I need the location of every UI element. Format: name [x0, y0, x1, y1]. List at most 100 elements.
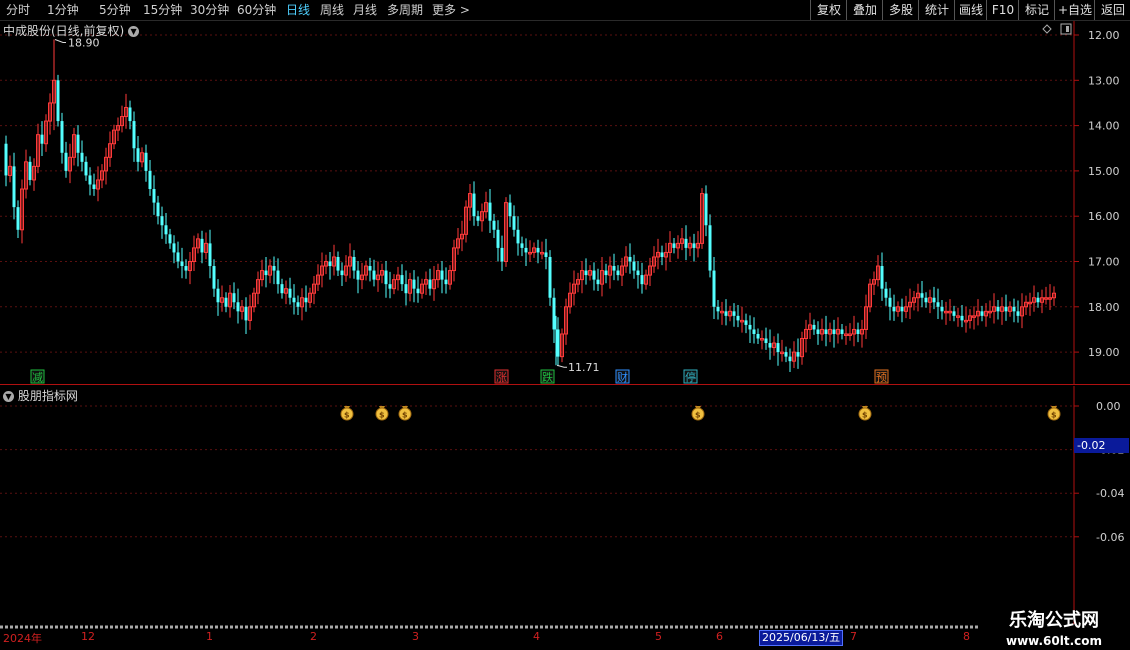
candle-body: [76, 134, 80, 153]
candle-body: [236, 302, 240, 312]
tick-label: -0.04: [1096, 487, 1124, 500]
candle-body: [80, 152, 84, 162]
candle-body: [612, 266, 616, 271]
more-label: 更多: [432, 3, 457, 17]
candle-body: [516, 229, 520, 244]
indicator-title-bar: ▼ 股朋指标网: [3, 387, 78, 404]
draw-line-button[interactable]: 画线: [954, 0, 987, 20]
tab-period-multi[interactable]: 多周期: [387, 2, 423, 18]
candle-body: [184, 266, 188, 271]
candle-body: [816, 329, 820, 334]
candle-body: [716, 306, 720, 312]
date-cursor-label: 2025/06/13/五: [759, 630, 844, 646]
period-toolbar: 分时 1分钟 5分钟 15分钟 30分钟 60分钟 日线 周线 月线 多周期 更…: [0, 0, 1130, 21]
event-marker-label: 减: [32, 371, 43, 384]
statistics-button[interactable]: 统计: [918, 0, 955, 20]
candlestick-chart[interactable]: 19.00 18.00 17.00 16.00 15.00 14.00 13.00 12.00…: [0, 21, 1130, 385]
high-marker-line: [54, 39, 66, 44]
event-marker-label: 财: [617, 370, 628, 384]
tab-period-5min[interactable]: 5分钟: [99, 2, 131, 18]
restore-rights-button[interactable]: 复权: [810, 0, 847, 20]
overlay-button[interactable]: 叠加: [846, 0, 883, 20]
money-bag-icon: $: [340, 406, 354, 421]
date-label: 2024年: [3, 632, 42, 645]
signal-markers: $ $ $ $ $ $: [340, 406, 1061, 421]
candle-body: [388, 284, 392, 289]
chevron-down-icon[interactable]: ▼: [128, 26, 140, 37]
f10-button[interactable]: F10: [986, 0, 1019, 20]
candle-body: [708, 225, 712, 271]
candle-body: [616, 270, 620, 276]
diamond-icon[interactable]: [1042, 24, 1052, 34]
candle-body: [520, 243, 524, 248]
tab-period-weekly[interactable]: 周线: [320, 2, 344, 18]
candle-body: [768, 343, 772, 348]
candle-body: [584, 270, 588, 276]
event-marker-label: 停: [685, 370, 696, 384]
candle-body: [892, 306, 896, 312]
multi-stock-button[interactable]: 多股: [882, 0, 919, 20]
candle-body: [496, 229, 500, 248]
candle-body: [412, 279, 416, 289]
candle-body: [304, 297, 308, 303]
candle-body: [60, 121, 64, 153]
candle-body: [156, 202, 160, 217]
price-annotations: 18.9011.71: [54, 37, 600, 374]
back-button[interactable]: 返回: [1094, 0, 1130, 20]
candle-body: [328, 261, 332, 267]
date-label: 2: [310, 630, 317, 643]
candle-body: [512, 216, 516, 230]
low-price-label: 11.71: [568, 361, 600, 374]
candle-body: [1016, 311, 1020, 316]
candle-body: [748, 324, 752, 330]
tab-period-daily[interactable]: 日线: [286, 2, 310, 18]
candle-body: [4, 143, 8, 176]
candle-body: [180, 261, 184, 267]
tick-label: 19.00: [1088, 346, 1120, 359]
date-label: 5: [655, 630, 662, 643]
chevron-down-icon[interactable]: ▼: [3, 391, 14, 402]
tab-period-1min[interactable]: 1分钟: [47, 2, 79, 18]
chart-corner-controls: [1042, 23, 1072, 35]
candle-body: [92, 184, 96, 190]
candle-body: [244, 306, 248, 321]
candle-body: [672, 243, 676, 248]
add-watchlist-button[interactable]: +自选: [1054, 0, 1095, 20]
price-grid: [0, 34, 1074, 353]
candle-body: [732, 311, 736, 316]
candle-body: [604, 270, 608, 276]
candle-body: [384, 270, 388, 285]
indicator-chart[interactable]: 0.00 -0.02 -0.04 -0.06 $ $ $ $ $ $: [0, 386, 1130, 624]
tick-label: 13.00: [1088, 74, 1120, 87]
money-bag-icon: $: [375, 406, 389, 421]
candle-body: [552, 297, 556, 330]
money-bag-icon: $: [398, 406, 412, 421]
tab-period-60min[interactable]: 60分钟: [237, 2, 276, 18]
candle-body: [164, 225, 168, 235]
indicator-title: 股朋指标网: [17, 389, 78, 403]
date-label: 12: [81, 630, 95, 643]
candle-body: [832, 329, 836, 334]
candle-body: [40, 134, 44, 144]
mark-button[interactable]: 标记: [1018, 0, 1055, 20]
candle-body: [980, 311, 984, 316]
money-bag-glyph: $: [379, 411, 385, 420]
candle-body: [288, 288, 292, 298]
candle-body: [764, 338, 768, 344]
candle-body: [536, 247, 540, 253]
tab-period-15min[interactable]: 15分钟: [143, 2, 182, 18]
candle-body: [548, 256, 552, 298]
candle-body: [224, 297, 228, 307]
tab-period-30min[interactable]: 30分钟: [190, 2, 229, 18]
candle-body: [856, 329, 860, 334]
tab-period-monthly[interactable]: 月线: [353, 2, 377, 18]
watermark-title: 乐淘公式网: [1009, 610, 1099, 631]
tab-period-more[interactable]: 更多 >: [432, 2, 470, 18]
candle-body: [900, 306, 904, 312]
candle-body: [932, 297, 936, 303]
candle-body: [824, 329, 828, 334]
tick-label: -0.06: [1096, 531, 1124, 544]
candle-body: [756, 333, 760, 339]
candle-body: [28, 161, 32, 180]
tab-period-minute-time[interactable]: 分时: [6, 2, 30, 18]
